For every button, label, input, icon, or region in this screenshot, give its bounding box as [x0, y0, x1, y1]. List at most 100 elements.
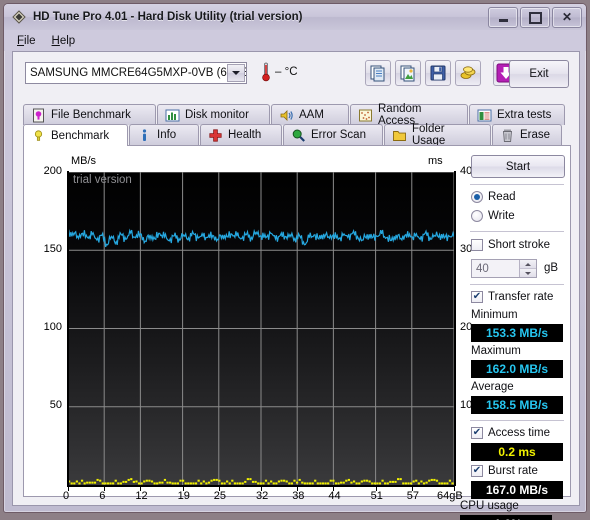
- tab-file-benchmark[interactable]: File Benchmark: [23, 104, 156, 125]
- tab-info[interactable]: Info: [129, 124, 199, 145]
- tab-label: Folder Usage: [412, 123, 446, 147]
- chevron-down-icon[interactable]: [227, 64, 245, 82]
- benchmark-chart: MB/s ms 200 150 100 50 40 30 20 10 trial…: [24, 146, 473, 502]
- y-axis-line-right: [454, 171, 456, 486]
- copy-to-clipboard-button[interactable]: [365, 60, 391, 86]
- access-time-label: Access time: [488, 427, 550, 439]
- access-time-checkbox[interactable]: Access time: [471, 427, 550, 439]
- x-tick-label: 38: [292, 490, 305, 502]
- window-title: HD Tune Pro 4.01 - Hard Disk Utility (tr…: [33, 11, 303, 23]
- x-tick-label: 12: [135, 490, 148, 502]
- trial-watermark: trial version: [73, 174, 132, 186]
- drive-select[interactable]: SAMSUNG MMCRE64G5MXP-0VB (64 gB: [25, 62, 247, 84]
- buy-button[interactable]: [455, 60, 481, 86]
- tab-health[interactable]: Health: [200, 124, 282, 145]
- close-button[interactable]: ✕: [552, 7, 582, 28]
- tab-benchmark[interactable]: Benchmark: [23, 124, 128, 146]
- burst-rate-label: Burst rate: [488, 465, 538, 477]
- tab-label: Disk monitor: [185, 109, 249, 121]
- minimum-value: 153.3 MB/s: [471, 324, 563, 342]
- write-label: Write: [488, 210, 515, 222]
- checkbox-indicator: [471, 239, 483, 251]
- x-tick-mark: [297, 487, 299, 491]
- minimize-button[interactable]: [488, 7, 518, 28]
- x-tick-label: 19: [177, 490, 190, 502]
- x-tick-mark: [333, 487, 335, 491]
- y-tick-left-100: 100: [43, 321, 62, 333]
- control-panel: Start Read Write Short stroke 40 gB ✔ Tr…: [462, 146, 572, 499]
- info-icon: [142, 128, 147, 141]
- x-tick-mark: [104, 487, 106, 491]
- erase-trash-icon: [503, 129, 512, 142]
- burst-rate-value: 167.0 MB/s: [471, 481, 563, 499]
- tab-extra-tests[interactable]: Extra tests: [469, 104, 565, 125]
- short-stroke-stepper[interactable]: 40: [471, 259, 537, 278]
- menu-item-help[interactable]: Help: [45, 33, 85, 49]
- minimum-label: Minimum: [471, 309, 518, 321]
- toolbar-buttons: [365, 60, 519, 86]
- radio-indicator: [471, 210, 483, 222]
- cpu-usage-label: CPU usage: [460, 500, 519, 512]
- y-tick-left-150: 150: [43, 243, 62, 255]
- error-scan-magnifier-icon: [292, 129, 305, 142]
- average-label: Average: [471, 381, 514, 393]
- exit-button[interactable]: Exit: [509, 60, 569, 88]
- radio-indicator: [471, 191, 483, 203]
- cpu-usage-value: -1.0%: [460, 515, 552, 520]
- write-radio[interactable]: Write: [471, 210, 515, 222]
- tab-disk-monitor[interactable]: Disk monitor: [157, 104, 270, 125]
- burst-rate-checkbox[interactable]: Burst rate: [471, 465, 538, 477]
- tab-folder-usage[interactable]: Folder Usage: [384, 123, 491, 147]
- x-tick-mark: [218, 487, 220, 491]
- copy-icon: [370, 65, 385, 82]
- x-tick-mark: [411, 487, 413, 491]
- plot-svg: [68, 172, 454, 485]
- save-button[interactable]: [425, 60, 451, 86]
- file-benchmark-icon: [33, 108, 44, 122]
- disk-monitor-icon: [165, 109, 180, 121]
- read-radio[interactable]: Read: [471, 191, 516, 203]
- checkbox-indicator: [471, 291, 483, 303]
- x-tick-mark: [68, 487, 69, 491]
- average-value: 158.5 MB/s: [471, 396, 563, 414]
- drive-select-value: SAMSUNG MMCRE64G5MXP-0VB (64 gB: [30, 67, 247, 79]
- y-tick-left-50: 50: [49, 399, 62, 411]
- tab-label: Extra tests: [497, 109, 552, 121]
- health-cross-icon: [209, 128, 222, 142]
- tab-label: Info: [157, 129, 177, 141]
- floppy-disk-icon: [430, 65, 446, 81]
- y-axis-unit-right: ms: [428, 155, 443, 167]
- client-area: SAMSUNG MMCRE64G5MXP-0VB (64 gB – °C Exi…: [12, 51, 580, 520]
- tab-error-scan[interactable]: Error Scan: [283, 124, 383, 145]
- read-label: Read: [488, 191, 516, 203]
- y-tick-left-200: 200: [43, 165, 62, 177]
- y-axis-unit-left: MB/s: [71, 155, 97, 167]
- thermometer-icon: [262, 62, 270, 82]
- x-tick-label: 6: [99, 490, 106, 502]
- tab-aam[interactable]: AAM: [271, 104, 349, 125]
- transfer-rate-checkbox[interactable]: Transfer rate: [471, 291, 553, 303]
- short-stroke-checkbox[interactable]: Short stroke: [471, 239, 550, 251]
- x-tick-label: 57: [406, 490, 420, 502]
- tab-label: Erase: [520, 129, 551, 141]
- stepper-up-button[interactable]: [520, 260, 536, 269]
- temperature-display: – °C: [261, 62, 298, 82]
- menu-bar: File Help: [4, 30, 586, 51]
- tab-random-access[interactable]: Random Access: [350, 103, 468, 127]
- start-button[interactable]: Start: [471, 155, 565, 178]
- copy-image-button[interactable]: [395, 60, 421, 86]
- tab-label: Benchmark: [51, 129, 110, 142]
- tab-erase[interactable]: Erase: [492, 124, 562, 145]
- stepper-buttons[interactable]: [519, 260, 536, 277]
- x-tick-mark: [182, 487, 184, 491]
- short-stroke-value: 40: [476, 262, 489, 275]
- x-tick-mark: [375, 487, 377, 491]
- benchmark-panel: MB/s ms 200 150 100 50 40 30 20 10 trial…: [23, 145, 572, 502]
- maximize-button[interactable]: [520, 7, 550, 28]
- coins-icon: [460, 66, 476, 79]
- x-tick-label: 44: [328, 490, 341, 502]
- menu-item-file[interactable]: File: [10, 33, 45, 49]
- stepper-down-button[interactable]: [520, 269, 536, 277]
- copy-image-icon: [400, 65, 415, 82]
- title-bar: HD Tune Pro 4.01 - Hard Disk Utility (tr…: [4, 4, 586, 30]
